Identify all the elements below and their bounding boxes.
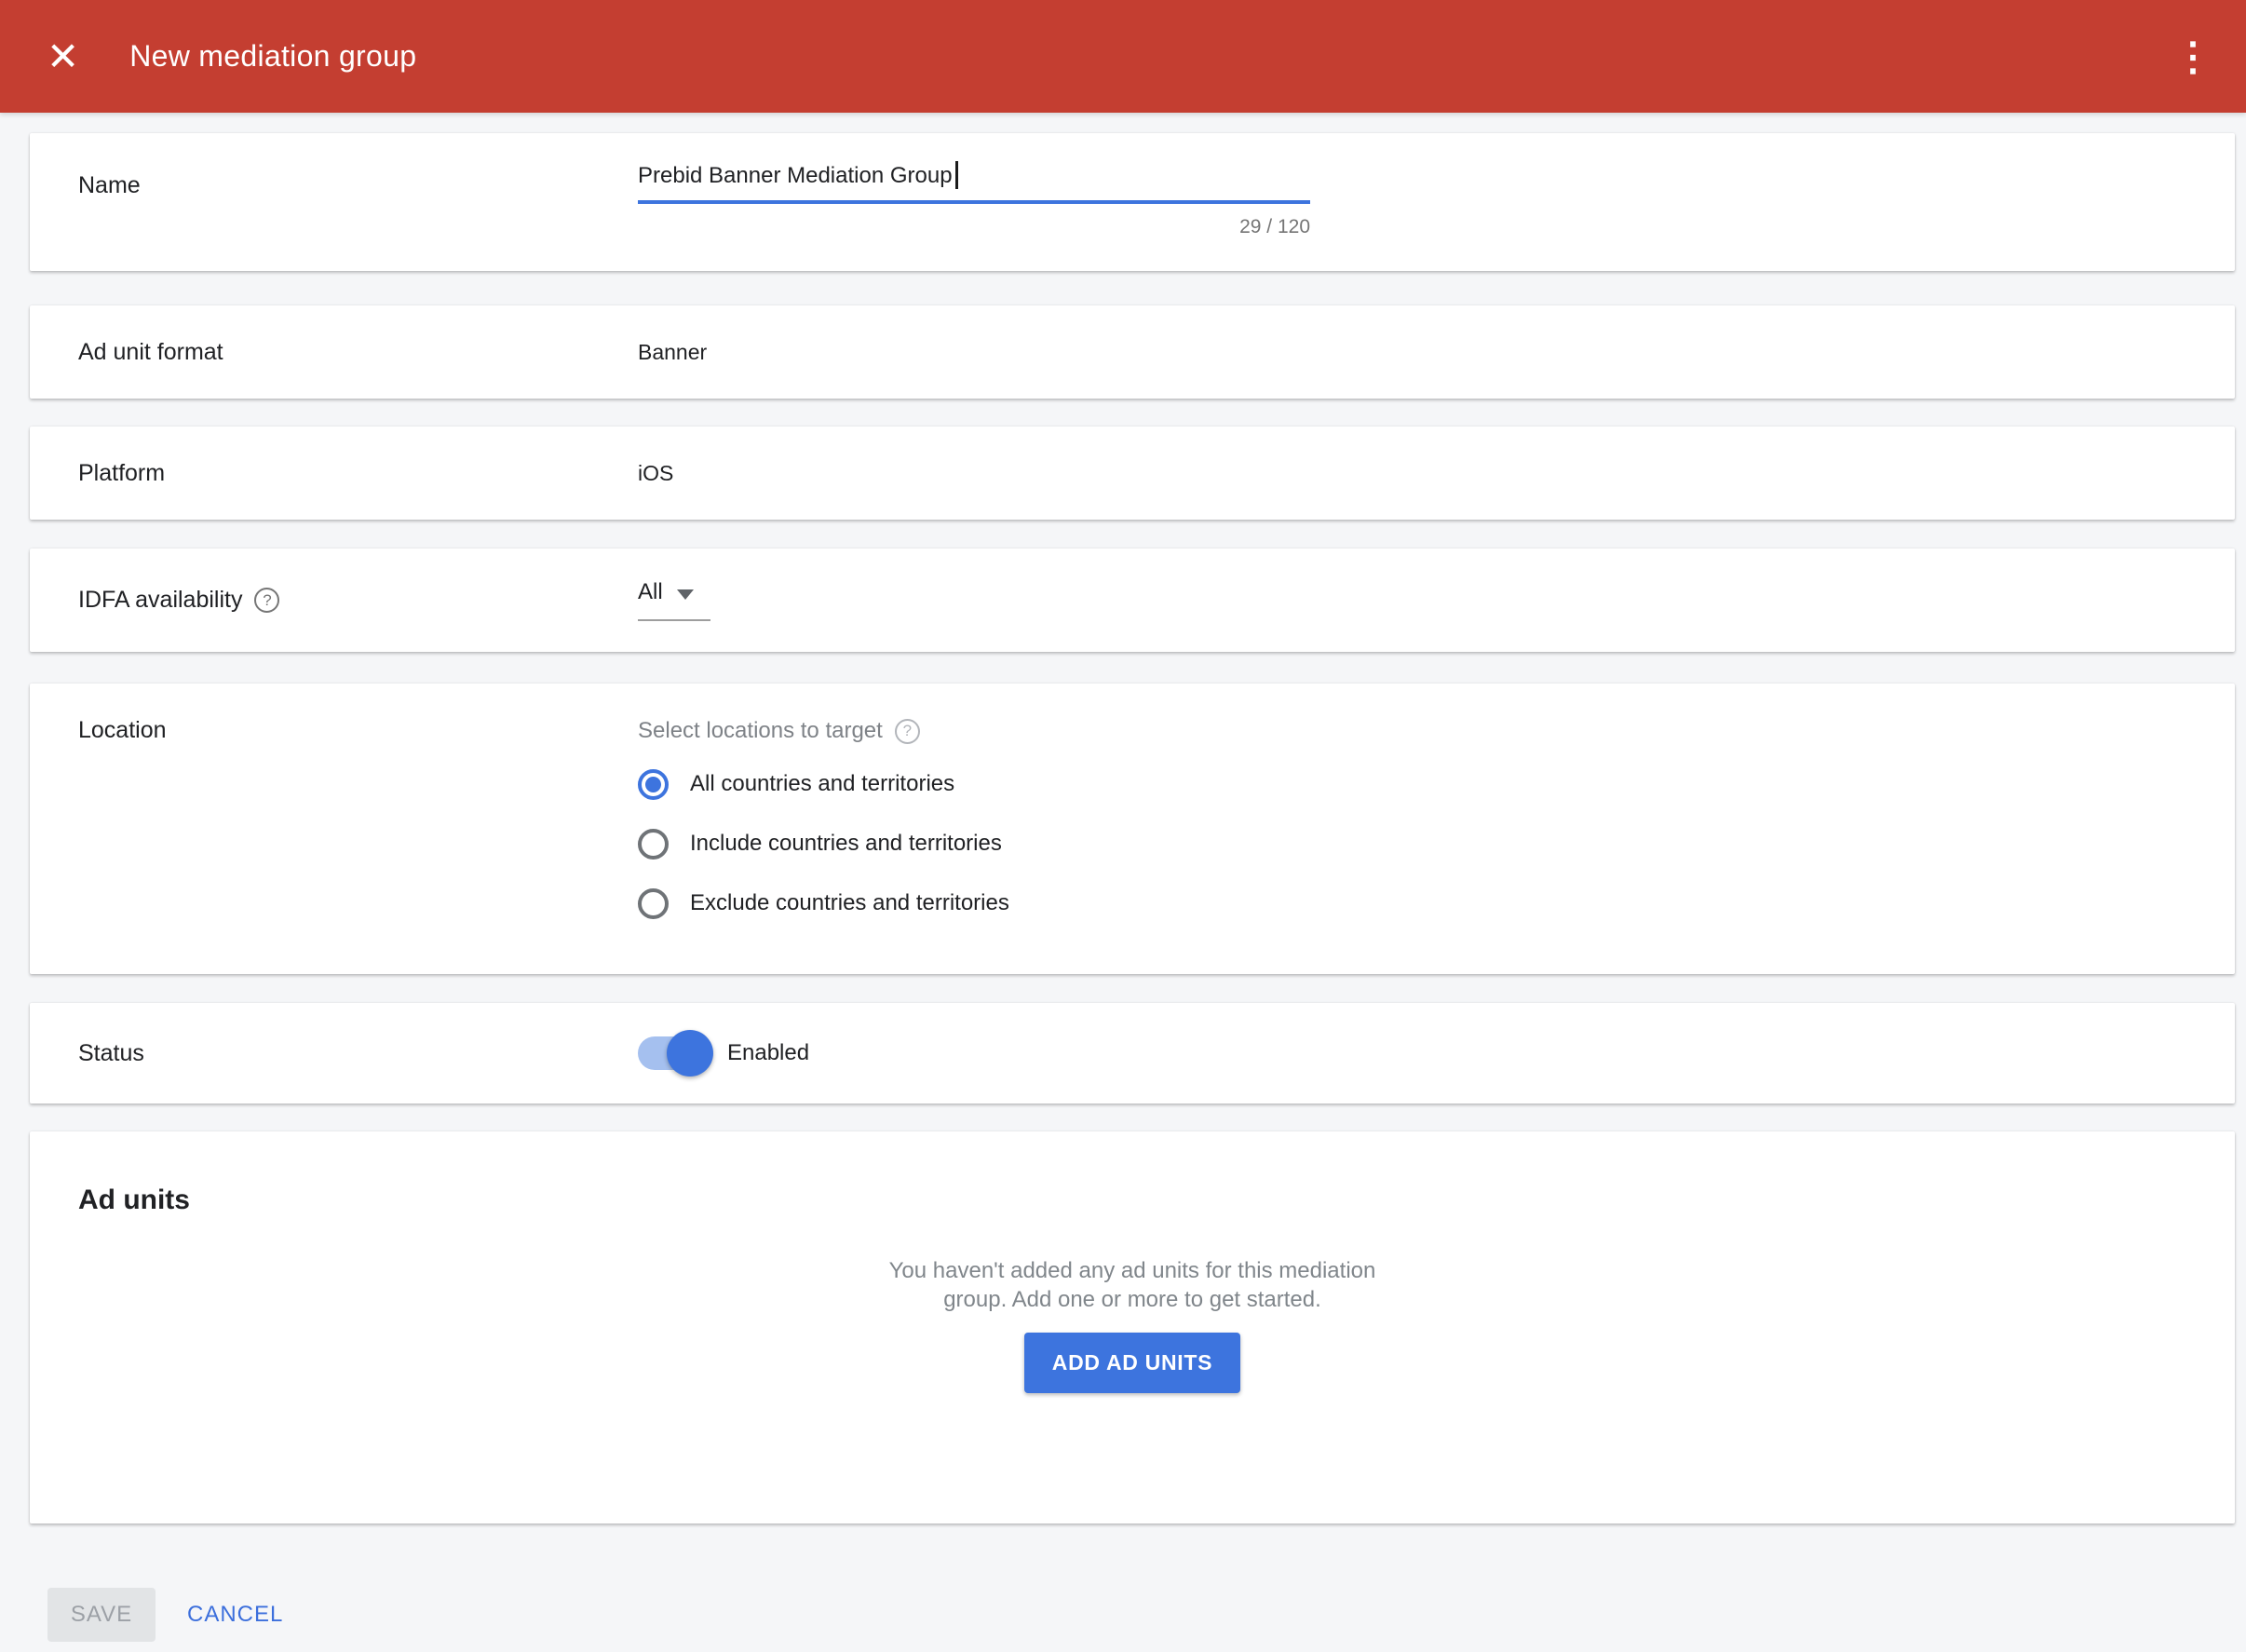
close-icon: ✕: [47, 34, 79, 78]
empty-state-line1: You haven't added any ad units for this …: [78, 1256, 2186, 1285]
status-label: Status: [30, 1040, 638, 1067]
name-field-card: Name Prebid Banner Mediation Group 29 / …: [30, 133, 2235, 271]
app-bar: ✕ New mediation group ⋮: [0, 0, 2246, 113]
kebab-menu-icon: ⋮: [2173, 34, 2214, 78]
status-card: Status Enabled: [30, 1003, 2235, 1104]
ad-unit-format-label: Ad unit format: [30, 339, 638, 366]
radio-include-countries[interactable]: Include countries and territories: [638, 814, 1009, 873]
name-input-value: Prebid Banner Mediation Group: [638, 163, 953, 189]
text-cursor: [955, 161, 958, 189]
idfa-label-group: IDFA availability ?: [30, 587, 638, 614]
ad-unit-format-card: Ad unit format Banner: [30, 305, 2235, 399]
ad-unit-format-value: Banner: [638, 340, 707, 365]
platform-label: Platform: [30, 460, 638, 487]
status-value: Enabled: [727, 1040, 809, 1066]
radio-exclude-countries[interactable]: Exclude countries and territories: [638, 873, 1009, 933]
footer-actions: SAVE CANCEL: [47, 1588, 2246, 1642]
empty-state-line2: group. Add one or more to get started.: [78, 1285, 2186, 1314]
status-toggle[interactable]: [638, 1036, 703, 1070]
idfa-help-icon[interactable]: ?: [254, 588, 279, 613]
radio-all-countries[interactable]: All countries and territories: [638, 754, 1009, 814]
more-options-button[interactable]: ⋮: [2173, 37, 2214, 76]
radio-selected-icon: [638, 769, 669, 800]
cancel-button[interactable]: CANCEL: [187, 1602, 283, 1628]
radio-unselected-icon: [638, 829, 669, 860]
location-radio-group: All countries and territories Include co…: [638, 754, 1009, 933]
add-ad-units-button[interactable]: ADD AD UNITS: [1024, 1333, 1240, 1393]
save-button[interactable]: SAVE: [47, 1588, 156, 1642]
idfa-dropdown[interactable]: All: [638, 579, 710, 621]
page-title: New mediation group: [129, 39, 416, 74]
idfa-dropdown-value: All: [638, 579, 663, 605]
ad-units-empty-state: You haven't added any ad units for this …: [78, 1256, 2186, 1314]
location-card: Location Select locations to target ? Al…: [30, 684, 2235, 974]
ad-units-title: Ad units: [78, 1131, 2186, 1215]
ad-units-card: Ad units You haven't added any ad units …: [30, 1131, 2235, 1523]
idfa-availability-card: IDFA availability ? All: [30, 548, 2235, 652]
location-label: Location: [30, 684, 638, 744]
toggle-knob: [667, 1030, 713, 1077]
platform-card: Platform iOS: [30, 427, 2235, 520]
idfa-label: IDFA availability: [78, 587, 242, 614]
location-help-icon[interactable]: ?: [895, 719, 920, 744]
name-input[interactable]: Prebid Banner Mediation Group 29 / 120: [638, 133, 1310, 238]
location-helper-text: Select locations to target: [638, 717, 883, 745]
input-underline: [638, 200, 1310, 204]
radio-unselected-icon: [638, 888, 669, 919]
arrow-drop-down-icon: [677, 589, 694, 600]
char-counter: 29 / 120: [638, 216, 1310, 238]
close-button[interactable]: ✕: [47, 37, 79, 76]
dropdown-underline: [638, 619, 710, 621]
platform-value: iOS: [638, 461, 673, 486]
name-label: Name: [30, 133, 638, 199]
